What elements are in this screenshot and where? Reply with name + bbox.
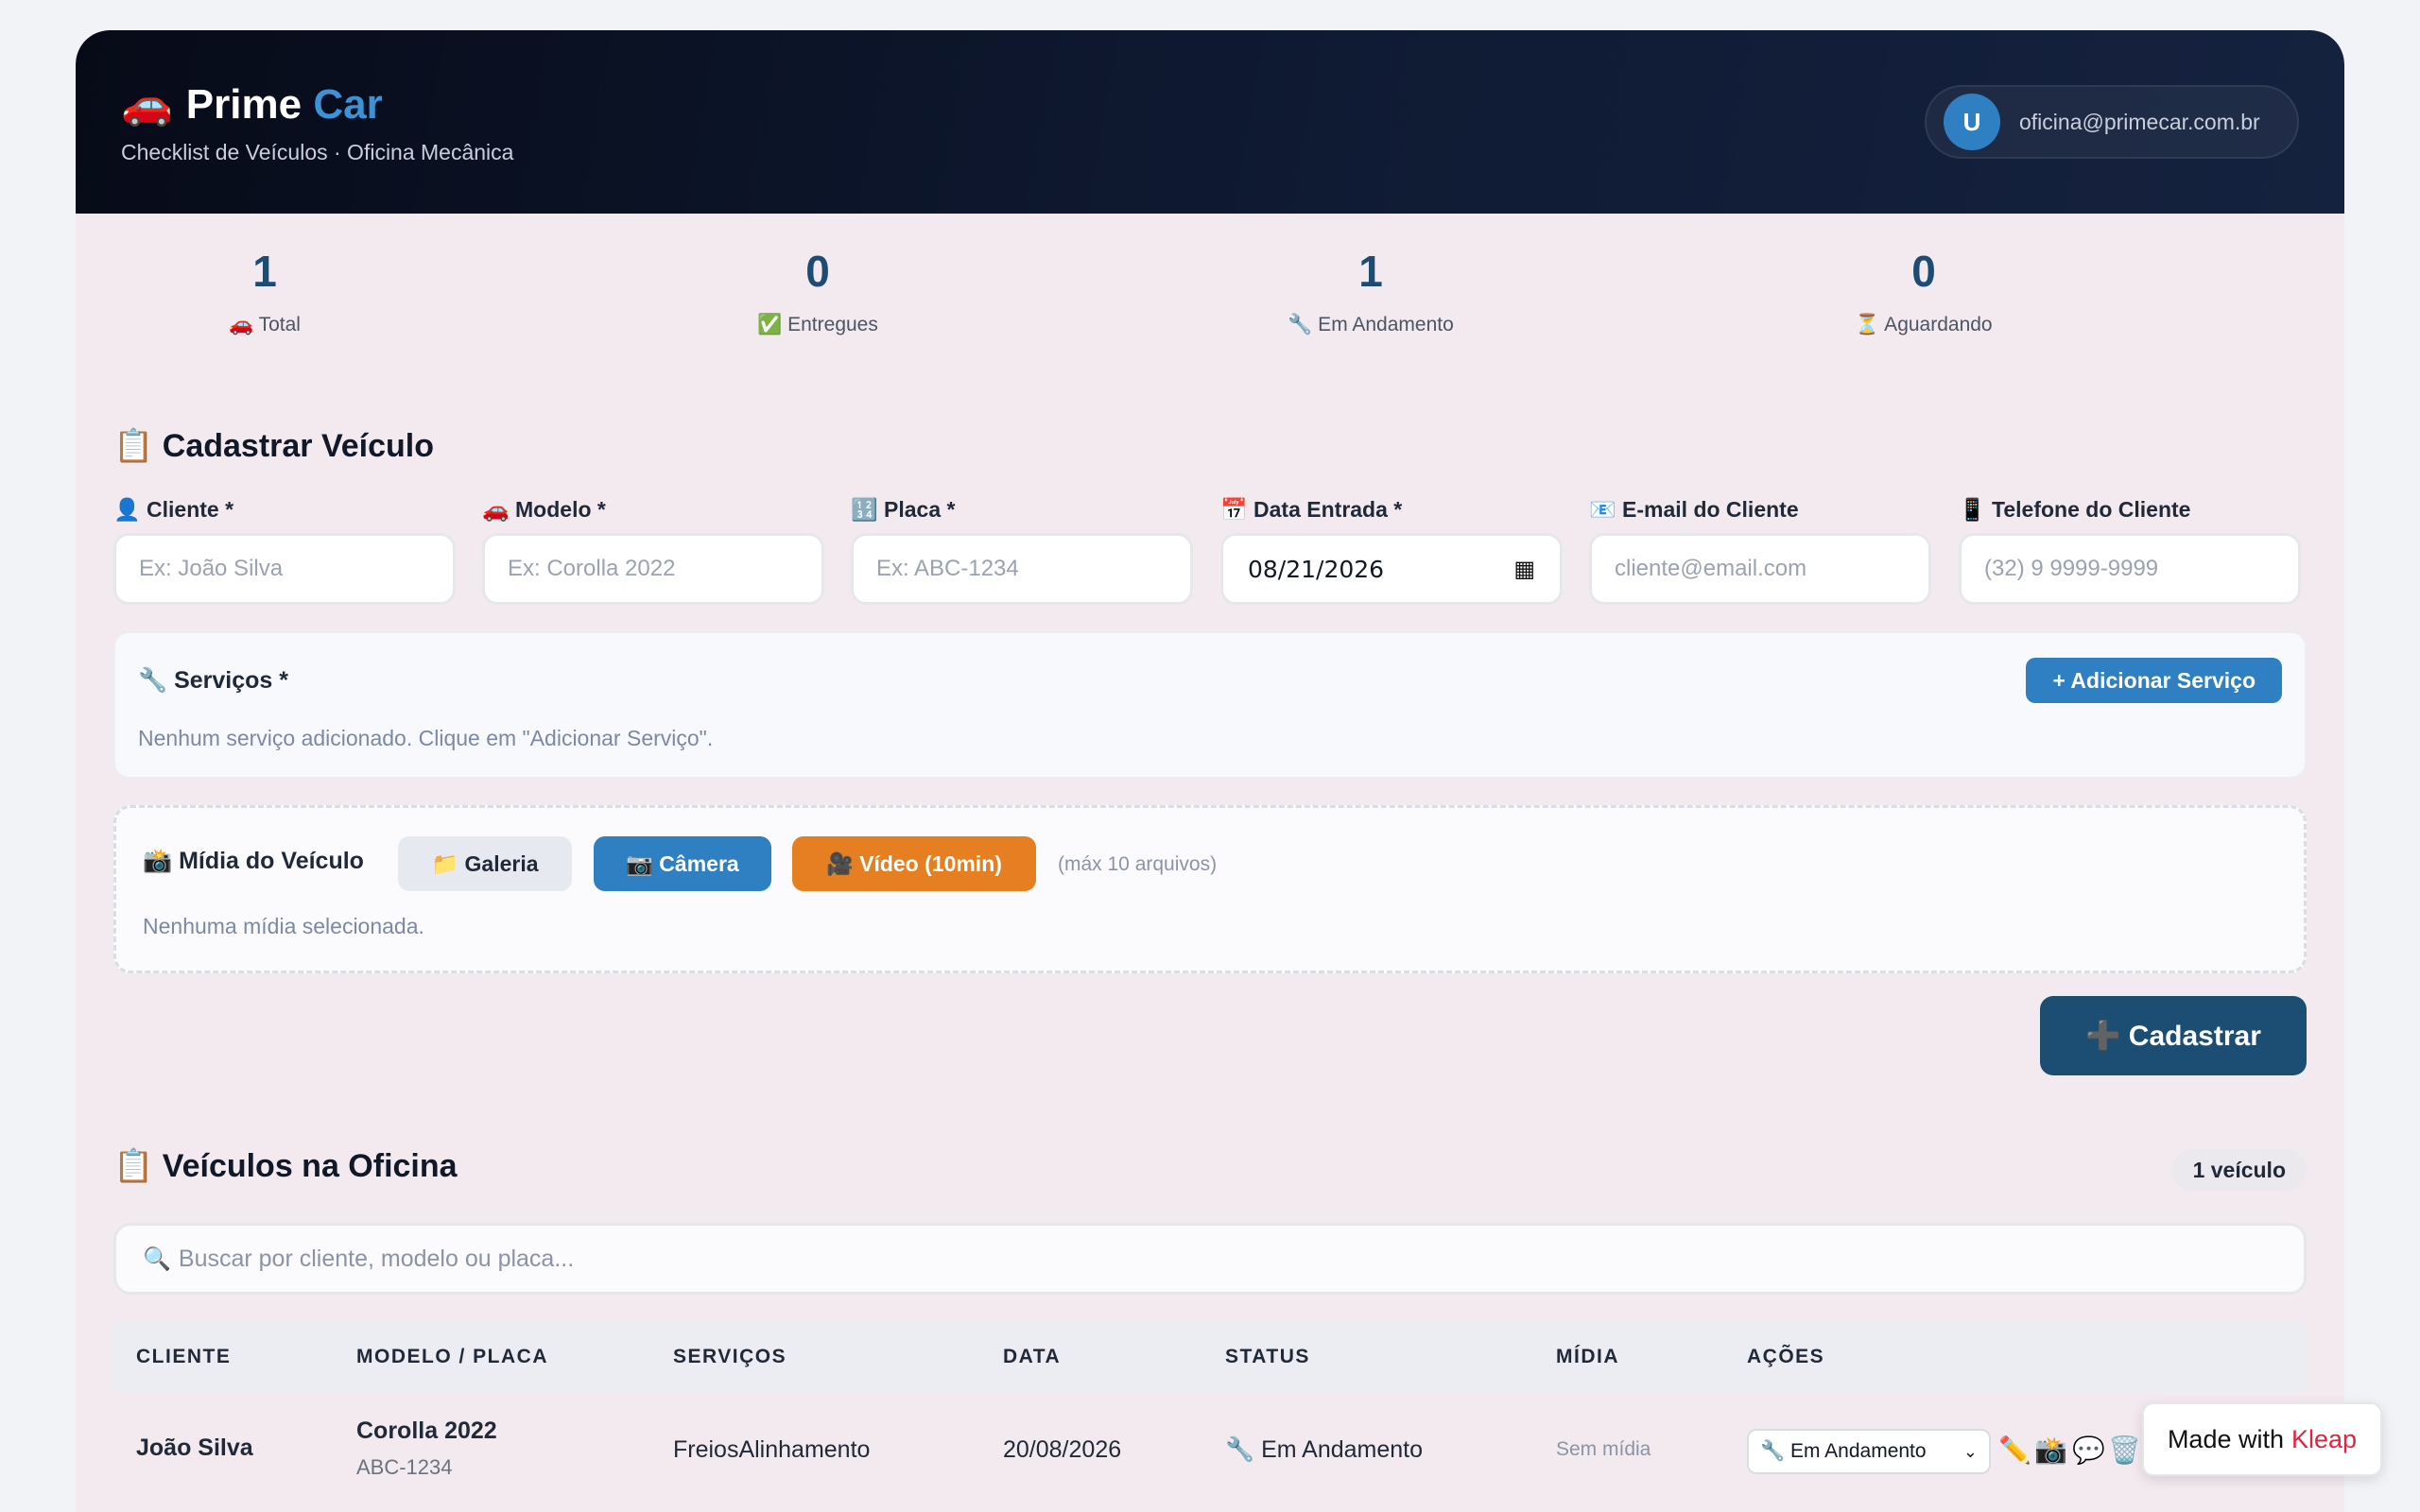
- brand-name: Prime Car: [186, 81, 383, 129]
- row-status: 🔧 Em Andamento: [1225, 1436, 1424, 1463]
- media-title: 📸 Mídia do Veículo: [143, 848, 364, 874]
- register-title: 📋 Cadastrar Veículo: [113, 428, 435, 464]
- status-select[interactable]: 🔧 Em Andamento ⌄: [1747, 1429, 1991, 1474]
- search-icon: 🔍: [143, 1246, 171, 1272]
- stat-value: 1: [252, 247, 277, 296]
- row-client: João Silva: [136, 1435, 253, 1461]
- stat-label: 🔧 Em Andamento: [1288, 314, 1454, 335]
- chevron-down-icon: ⌄: [1962, 1441, 1978, 1461]
- row-services: FreiosAlinhamento: [673, 1436, 871, 1463]
- services-title: 🔧 Serviços *: [138, 667, 288, 694]
- model-field[interactable]: [482, 533, 824, 605]
- made-with-kleap-badge[interactable]: Made with Kleap: [2142, 1402, 2382, 1476]
- table-header: CLIENTE MODELO / PLACA SERVIÇOS DATA STA…: [113, 1321, 2307, 1393]
- row-date: 20/08/2026: [1003, 1436, 1122, 1463]
- plate-label: 🔢 Placa *: [851, 497, 956, 522]
- stat-value: 0: [805, 247, 830, 296]
- vehicles-title: 📋 Veículos na Oficina: [113, 1148, 458, 1184]
- column-header: CLIENTE: [136, 1346, 232, 1367]
- brand-subtitle: Checklist de Veículos · Oficina Mecânica: [121, 140, 514, 164]
- stat-label: ✅ Entregues: [757, 314, 878, 335]
- trash-icon[interactable]: 🗑️: [2108, 1435, 2141, 1466]
- vehicle-count-badge: 1 veículo: [2171, 1149, 2307, 1191]
- email-label: 📧 E-mail do Cliente: [1589, 497, 1799, 522]
- phone-label: 📱 Telefone do Cliente: [1959, 497, 2191, 522]
- email-field[interactable]: [1589, 533, 1931, 605]
- register-button[interactable]: ➕ Cadastrar: [2040, 996, 2307, 1075]
- media-hint: (máx 10 arquivos): [1058, 853, 1218, 875]
- brand-name-primary: Prime: [185, 81, 302, 128]
- gallery-button[interactable]: 📁 Galeria: [398, 836, 572, 891]
- stat-in-progress: 1 🔧 Em Andamento: [1182, 246, 1560, 336]
- brand-name-accent: Car: [313, 81, 383, 128]
- services-panel: 🔧 Serviços * + Adicionar Serviço Nenhum …: [113, 631, 2307, 779]
- column-header: MÍDIA: [1556, 1346, 1619, 1367]
- plate-field[interactable]: [851, 533, 1193, 605]
- calendar-icon[interactable]: ▦: [1513, 556, 1535, 582]
- stat-value: 1: [1358, 247, 1383, 296]
- status-select-value: 🔧 Em Andamento: [1760, 1440, 1927, 1462]
- edit-icon[interactable]: ✏️: [1998, 1435, 2031, 1466]
- user-menu[interactable]: U oficina@primecar.com.br: [1925, 85, 2299, 159]
- car-icon: 🚗: [121, 81, 173, 128]
- brand: 🚗 Prime Car: [121, 81, 383, 129]
- badge-prefix: Made with: [2167, 1424, 2284, 1453]
- stat-value: 0: [1911, 247, 1936, 296]
- column-header: STATUS: [1225, 1346, 1310, 1367]
- entry-date-value: 08/21/2026: [1248, 555, 1385, 583]
- column-header: MODELO / PLACA: [356, 1346, 548, 1367]
- stat-waiting: 0 ⏳ Aguardando: [1735, 246, 2113, 336]
- column-header: AÇÕES: [1747, 1346, 1825, 1367]
- camera-icon[interactable]: 📸: [2034, 1435, 2067, 1466]
- add-service-button[interactable]: + Adicionar Serviço: [2026, 658, 2282, 703]
- column-header: SERVIÇOS: [673, 1346, 787, 1367]
- stats-bar: 1 🚗 Total 0 ✅ Entregues 1 🔧 Em Andamento…: [76, 246, 2344, 378]
- entry-date-field[interactable]: 08/21/2026 ▦: [1220, 533, 1563, 605]
- message-icon[interactable]: 💬: [2072, 1435, 2105, 1466]
- app-header: 🚗 Prime Car Checklist de Veículos · Ofic…: [76, 30, 2344, 214]
- column-header: DATA: [1003, 1346, 1062, 1367]
- row-plate: ABC-1234: [356, 1455, 453, 1479]
- services-empty-text: Nenhum serviço adicionado. Clique em "Ad…: [138, 726, 714, 750]
- user-email: oficina@primecar.com.br: [2019, 109, 2260, 134]
- client-field[interactable]: [113, 533, 456, 605]
- row-model: Corolla 2022: [356, 1418, 497, 1444]
- stat-label: ⏳ Aguardando: [1855, 314, 1993, 335]
- model-label: 🚗 Modelo *: [482, 497, 606, 522]
- app-container: 🚗 Prime Car Checklist de Veículos · Ofic…: [76, 30, 2344, 1512]
- search-bar: 🔍: [113, 1223, 2307, 1295]
- entry-date-label: 📅 Data Entrada *: [1220, 497, 1403, 522]
- camera-button[interactable]: 📷 Câmera: [594, 836, 771, 891]
- media-panel: 📸 Mídia do Veículo 📁 Galeria 📷 Câmera 🎥 …: [113, 805, 2307, 973]
- client-label: 👤 Cliente *: [113, 497, 234, 522]
- stat-label: 🚗 Total: [229, 314, 301, 335]
- avatar: U: [1944, 94, 2000, 150]
- media-empty-text: Nenhuma mídia selecionada.: [143, 914, 424, 938]
- stat-total: 1 🚗 Total: [76, 246, 454, 336]
- row-media: Sem mídia: [1556, 1438, 1651, 1460]
- badge-brand: Kleap: [2291, 1424, 2358, 1453]
- phone-field[interactable]: [1959, 533, 2301, 605]
- table-row[interactable]: João Silva Corolla 2022 ABC-1234 FreiosA…: [113, 1393, 2307, 1506]
- search-input[interactable]: [178, 1245, 2258, 1273]
- video-button[interactable]: 🎥 Vídeo (10min): [792, 836, 1036, 891]
- stat-delivered: 0 ✅ Entregues: [629, 246, 1007, 336]
